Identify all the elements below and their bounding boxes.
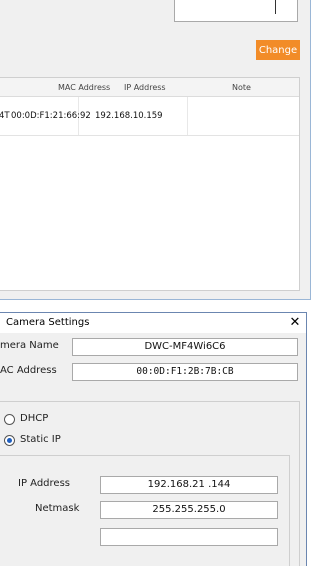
change-button[interactable]: Change <box>256 40 300 60</box>
mac-address-label: AC Address <box>0 365 57 376</box>
netmask-label: Netmask <box>35 503 80 514</box>
netmask-field[interactable]: 255.255.255.0 <box>100 501 278 519</box>
close-icon[interactable]: ✕ <box>288 315 302 331</box>
text-caret <box>275 0 276 14</box>
dialog-title: Camera Settings <box>6 317 90 328</box>
address-input-box[interactable] <box>174 0 298 22</box>
static-ip-label[interactable]: Static IP <box>20 434 61 445</box>
window-gap <box>311 0 320 305</box>
device-list-header: MAC Address IP Address Note <box>0 78 299 97</box>
dhcp-radio[interactable] <box>4 414 15 425</box>
camera-name-field[interactable]: DWC-MF4Wi6C6 <box>72 338 298 356</box>
ip-address-label: IP Address <box>18 478 70 489</box>
device-list[interactable]: MAC Address IP Address Note 4T 00:0D:F1:… <box>0 77 300 291</box>
column-header-ip[interactable]: IP Address <box>124 83 166 92</box>
static-ip-radio[interactable] <box>4 435 15 446</box>
dhcp-label[interactable]: DHCP <box>20 413 48 424</box>
cell-ip: 192.168.10.159 <box>95 111 163 121</box>
table-row[interactable]: 4T 00:0D:F1:21:66:92 192.168.10.159 <box>0 98 299 136</box>
cell-mac: 00:0D:F1:21:66:92 <box>11 111 91 121</box>
cell-model: 4T <box>0 111 10 121</box>
camera-name-label: mera Name <box>0 340 59 351</box>
column-header-mac[interactable]: MAC Address <box>58 83 110 92</box>
column-header-note[interactable]: Note <box>232 83 251 92</box>
gateway-field[interactable] <box>100 528 278 546</box>
mac-address-field: 00:0D:F1:2B:7B:CB <box>72 363 298 381</box>
dialog-titlebar: Camera Settings ✕ <box>0 313 306 333</box>
ip-address-field[interactable]: 192.168.21 .144 <box>100 476 278 494</box>
main-window: Change MAC Address IP Address Note 4T 00… <box>0 0 320 305</box>
camera-settings-dialog: Camera Settings ✕ mera Name DWC-MF4Wi6C6… <box>0 312 307 566</box>
